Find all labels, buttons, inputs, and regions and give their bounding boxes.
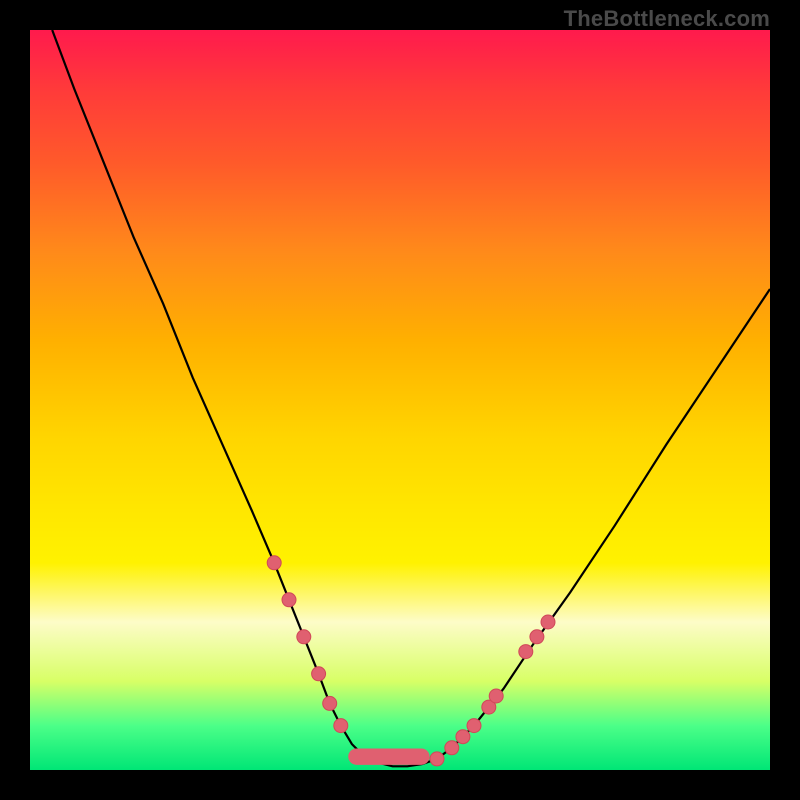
curve-marker <box>282 593 296 607</box>
curve-marker <box>519 645 533 659</box>
curve-marker <box>456 730 470 744</box>
curve-marker <box>541 615 555 629</box>
curve-marker <box>489 689 503 703</box>
curve-marker <box>445 741 459 755</box>
plot-area <box>30 30 770 770</box>
curve-marker <box>267 556 281 570</box>
chart-frame: TheBottleneck.com <box>0 0 800 800</box>
curve-marker <box>467 719 481 733</box>
curve-marker <box>297 630 311 644</box>
bottleneck-curve <box>30 30 770 770</box>
curve-marker <box>323 696 337 710</box>
curve-marker <box>312 667 326 681</box>
curve-marker <box>334 719 348 733</box>
optimal-range-band <box>348 749 429 765</box>
curve-marker <box>530 630 544 644</box>
curve-marker <box>430 752 444 766</box>
watermark-text: TheBottleneck.com <box>564 6 770 32</box>
